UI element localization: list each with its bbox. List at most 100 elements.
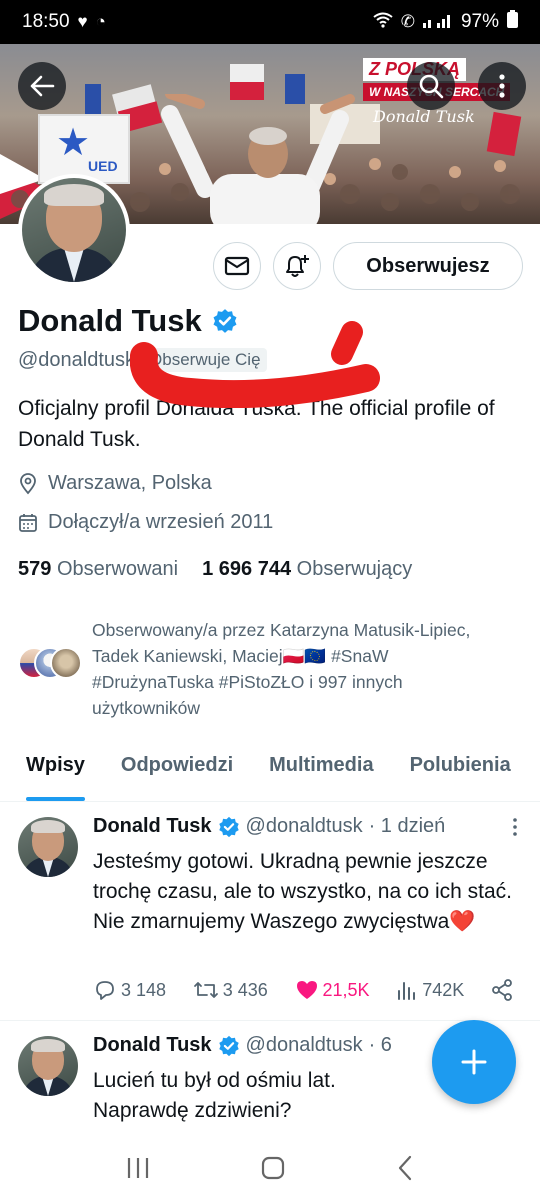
like-button[interactable]: 21,5K	[295, 979, 370, 1001]
tweet-author-name[interactable]: Donald Tusk	[93, 1034, 212, 1057]
profile-tabs: Wpisy Odpowiedzi Multimedia Polubienia	[0, 740, 540, 802]
message-button[interactable]	[213, 242, 261, 290]
compose-button[interactable]	[432, 1020, 516, 1104]
tab-label: Odpowiedzi	[120, 754, 234, 776]
tweet-author-name[interactable]: Donald Tusk	[93, 815, 212, 838]
followers-count: 1 696 744	[202, 558, 292, 580]
tweet-more-button[interactable]	[512, 817, 518, 843]
following-label: Obserwowani	[56, 558, 179, 580]
verified-badge-icon	[218, 816, 239, 837]
handle-row: @donaldtusk Obserwuje Cię	[18, 348, 267, 372]
tweet-avatar[interactable]	[18, 1036, 78, 1096]
tweet-header: Donald Tusk @donaldtusk · 1 dzień	[93, 815, 445, 838]
followers-label: Obserwujący	[296, 558, 413, 580]
reply-count: 3 148	[121, 979, 167, 1000]
like-count: 21,5K	[322, 979, 370, 1000]
profile-name: Donald Tusk	[18, 303, 238, 339]
search-icon	[419, 74, 444, 99]
plus-icon	[461, 1049, 487, 1075]
vertical-dots-icon	[513, 818, 517, 836]
tweet-actions: 3 148 3 436 21,5K 742K	[93, 979, 513, 1001]
joined-row: Dołączył/a wrzesień 2011	[18, 511, 273, 534]
recent-apps-button[interactable]	[125, 1156, 151, 1185]
reply-button[interactable]: 3 148	[93, 979, 166, 1001]
tweet-author-handle: @donaldtusk	[245, 1034, 363, 1056]
logo-signature: Donald Tusk	[373, 107, 475, 126]
status-bar: 18:50 ♥ ◔ ✆ 97%	[0, 0, 540, 44]
calendar-icon	[19, 513, 37, 532]
mail-icon	[224, 256, 250, 276]
back-nav-button[interactable]	[395, 1155, 415, 1186]
ued-sign: ★ UED	[38, 114, 130, 184]
following-link[interactable]: 579 Obserwowani	[18, 558, 178, 581]
back-chevron-icon	[399, 1155, 412, 1180]
battery-icon	[507, 10, 518, 34]
tweet-time: · 1 dzień	[368, 815, 446, 837]
verified-badge-icon[interactable]	[212, 308, 238, 334]
share-button[interactable]	[491, 979, 513, 1001]
ued-sign-text: UED	[88, 158, 118, 174]
location-pin-icon	[20, 472, 36, 494]
tab-label: Multimedia	[269, 754, 374, 776]
retweet-icon	[193, 982, 218, 998]
arrow-left-icon	[30, 75, 55, 97]
home-button[interactable]	[260, 1155, 286, 1186]
tweet-text: Jesteśmy gotowi. Ukradną pewnie jeszcze …	[93, 850, 513, 933]
views-chart-icon	[398, 982, 416, 1000]
views-button[interactable]: 742K	[396, 979, 464, 1001]
notifications-button[interactable]	[273, 242, 321, 290]
tab-label: Polubienia	[409, 754, 511, 776]
followers-link[interactable]: 1 696 744 Obserwujący	[202, 558, 412, 581]
profile-name-text: Donald Tusk	[18, 303, 202, 338]
tweet-header: Donald Tusk @donaldtusk · 6	[93, 1034, 392, 1057]
follower-avatars	[18, 647, 82, 687]
tab-posts[interactable]: Wpisy	[8, 740, 103, 801]
location-text: Warszawa, Polska	[48, 472, 212, 494]
followed-by-section[interactable]: Obserwowany/a przez Katarzyna Matusik-Li…	[18, 617, 512, 721]
reply-icon	[96, 981, 114, 1000]
tab-replies[interactable]: Odpowiedzi	[103, 740, 251, 801]
vertical-dots-icon	[499, 74, 505, 98]
more-options-button[interactable]	[478, 62, 526, 110]
heart-filled-icon	[296, 981, 317, 999]
profile-handle: @donaldtusk	[18, 348, 136, 371]
retweet-button[interactable]: 3 436	[193, 979, 268, 1001]
signal-icon	[422, 12, 453, 33]
back-button[interactable]	[18, 62, 66, 110]
follows-you-badge: Obserwuje Cię	[143, 348, 267, 372]
followed-by-text: Obserwowany/a przez Katarzyna Matusik-Li…	[92, 620, 471, 718]
following-button[interactable]: Obserwujesz	[333, 242, 523, 290]
verified-badge-icon	[218, 1035, 239, 1056]
bell-plus-icon	[286, 255, 309, 277]
active-tab-indicator	[26, 797, 85, 801]
tweet[interactable]: Donald Tusk @donaldtusk · 1 dzień Jesteś…	[0, 803, 540, 1021]
follow-counts: 579 Obserwowani 1 696 744 Obserwujący	[18, 558, 412, 581]
notification-icon: ◔	[95, 12, 106, 31]
tweet-text: Lucień tu był od ośmiu lat. Naprawdę zdz…	[93, 1069, 336, 1122]
android-nav-bar	[0, 1140, 540, 1200]
following-count: 579	[18, 558, 52, 580]
profile-avatar[interactable]	[18, 174, 130, 286]
tweet-author-handle: @donaldtusk	[245, 815, 363, 837]
wifi-icon	[373, 12, 393, 33]
call-icon: ✆	[400, 12, 415, 31]
tab-likes[interactable]: Polubienia	[392, 740, 529, 801]
view-count: 742K	[422, 979, 465, 1000]
location-row: Warszawa, Polska	[18, 472, 212, 495]
profile-bio: Oficjalny profil Donalda Tuska. The offi…	[18, 397, 495, 451]
recent-apps-icon	[127, 1157, 148, 1178]
avatar	[50, 647, 82, 679]
joined-text: Dołączył/a wrzesień 2011	[48, 511, 274, 533]
tab-label: Wpisy	[26, 754, 85, 776]
share-icon	[492, 979, 512, 1001]
heart-icon: ♥	[77, 12, 88, 31]
tab-media[interactable]: Multimedia	[251, 740, 391, 801]
person-arms-raised	[161, 94, 355, 224]
avatar-image	[22, 178, 126, 282]
home-icon	[261, 1156, 285, 1179]
status-time: 18:50	[22, 11, 70, 32]
tweet-avatar[interactable]	[18, 817, 78, 877]
retweet-count: 3 436	[222, 979, 268, 1000]
battery-percent: 97%	[460, 11, 499, 32]
search-button[interactable]	[407, 62, 455, 110]
